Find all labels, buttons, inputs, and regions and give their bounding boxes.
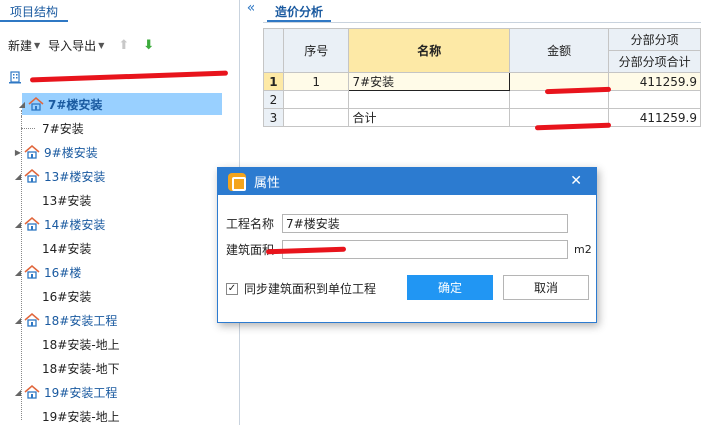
dialog-title: 属性 (254, 176, 281, 191)
cell-name[interactable]: 合计 (348, 108, 511, 127)
expand-toggle-icon[interactable]: ◢ (16, 100, 28, 109)
tree-node-unit[interactable]: ◢ 16#楼 (12, 261, 81, 283)
tree-node-label: 7#楼安装 (48, 97, 103, 112)
new-button-label: 新建 (8, 38, 33, 53)
corner-cell (263, 28, 284, 73)
app-window: 项目结构 新建 ▼ 导入导出 ▼ ⬆ ⬇ ◢ 7#楼安装 7#安装 ▶ 9#楼安… (0, 0, 701, 425)
expand-toggle-icon[interactable]: ◢ (12, 220, 24, 229)
header-amount[interactable]: 金额 (509, 28, 610, 73)
sync-row[interactable]: ✓ 同步建筑面积到单位工程 (226, 280, 376, 297)
import-export-button[interactable]: 导入导出 ▼ (48, 37, 104, 54)
row-number[interactable]: 2 (263, 90, 284, 109)
project-name-label: 工程名称 (226, 217, 275, 231)
tree-node-label: 19#安装工程 (44, 385, 118, 400)
move-down-icon[interactable]: ⬇ (143, 38, 154, 53)
cost-table: 序号 名称 金额 分部分项 分部分项合计 1 1 7#安装 411259.9 2 (263, 28, 701, 127)
house-icon (28, 97, 44, 111)
tree-node-label: 18#安装工程 (44, 313, 118, 328)
tree-node-unit[interactable]: ◢ 18#安装工程 (12, 309, 117, 331)
tree-node-leaf[interactable]: 19#安装-地上 (42, 405, 120, 425)
header-name[interactable]: 名称 (348, 28, 511, 73)
properties-dialog: 属性 ✕ 工程名称 建筑面积 m2 ✓ 同步建筑面积到单位工程 确定 取消 (217, 167, 597, 323)
dialog-titlebar[interactable]: 属性 ✕ (218, 168, 596, 195)
tree-node-leaf[interactable]: 18#安装-地下 (42, 357, 120, 379)
tree-node-label: 7#安装 (42, 121, 84, 136)
header-seq[interactable]: 序号 (282, 28, 350, 73)
house-icon (24, 313, 40, 327)
chevron-down-icon: ▼ (98, 40, 105, 50)
row-number[interactable]: 1 (263, 72, 284, 91)
house-icon (24, 169, 40, 183)
tab-cost-analysis[interactable]: 造价分析 (267, 0, 332, 22)
tree-node-label: 14#楼安装 (44, 217, 106, 232)
expand-toggle-icon[interactable]: ▶ (12, 148, 24, 157)
tree-node-label: 16#安装 (42, 289, 92, 304)
tree-toolbar: 新建 ▼ 导入导出 ▼ ⬆ ⬇ (8, 36, 154, 54)
tree-node-unit[interactable]: ◢ 14#楼安装 (12, 213, 105, 235)
import-export-label: 导入导出 (48, 38, 97, 53)
app-icon (228, 172, 246, 191)
cell-name[interactable]: 7#安装 (348, 72, 511, 91)
tree-node-leaf[interactable]: 18#安装-地上 (42, 333, 120, 355)
expand-toggle-icon[interactable]: ◢ (12, 316, 24, 325)
tree-node-label: 18#安装-地下 (42, 361, 120, 376)
cell-seq[interactable] (282, 90, 350, 109)
tree-node-label: 9#楼安装 (44, 145, 98, 160)
collapse-panel-icon[interactable]: « (242, 0, 260, 18)
cell-group-total[interactable]: 411259.9 (608, 108, 701, 127)
cell-group-total[interactable]: 411259.9 (608, 72, 701, 91)
project-name-row: 工程名称 (226, 214, 568, 233)
tree-node-label: 18#安装-地上 (42, 337, 120, 352)
tree-node-leaf[interactable]: 14#安装 (42, 237, 91, 259)
tree-guide-line (21, 128, 35, 129)
tree-node-label: 13#楼安装 (44, 169, 106, 184)
house-icon (24, 145, 40, 159)
tab-project-structure[interactable]: 项目结构 (0, 0, 69, 22)
sync-checkbox[interactable]: ✓ (226, 282, 238, 295)
cell-group-total[interactable] (608, 90, 701, 109)
tab-divider (263, 22, 701, 23)
house-icon (24, 217, 40, 231)
ok-button[interactable]: 确定 (407, 275, 493, 300)
tree-node-unit[interactable]: ◢ 7#楼安装 (19, 93, 222, 115)
table-row[interactable]: 2 (263, 90, 701, 109)
project-name-field[interactable] (282, 214, 568, 233)
table-row[interactable]: 1 1 7#安装 411259.9 (263, 72, 701, 91)
move-up-icon[interactable]: ⬆ (118, 38, 129, 53)
table-row[interactable]: 3 合计 411259.9 (263, 108, 701, 127)
close-icon[interactable]: ✕ (570, 173, 582, 189)
tree-node-label: 14#安装 (42, 241, 92, 256)
tree-guide-line (21, 116, 22, 128)
chevron-down-icon: ▼ (34, 40, 41, 50)
sync-label: 同步建筑面积到单位工程 (244, 282, 377, 296)
header-group-total[interactable]: 分部分项合计 (608, 50, 701, 73)
cell-name[interactable] (348, 90, 511, 109)
expand-toggle-icon[interactable]: ◢ (12, 268, 24, 277)
row-number[interactable]: 3 (263, 108, 284, 127)
tree-node-unit[interactable]: ◢ 19#安装工程 (12, 381, 117, 403)
tree-node-leaf[interactable]: 16#安装 (42, 285, 91, 307)
house-icon (24, 385, 40, 399)
new-button[interactable]: 新建 ▼ (8, 37, 40, 54)
cell-seq[interactable]: 1 (282, 72, 350, 91)
tree-node-label: 13#安装 (42, 193, 92, 208)
header-group[interactable]: 分部分项 (608, 28, 701, 51)
tree-node-leaf[interactable]: 7#安装 (42, 117, 84, 139)
expand-toggle-icon[interactable]: ◢ (12, 388, 24, 397)
cancel-button[interactable]: 取消 (503, 275, 589, 300)
house-icon (24, 265, 40, 279)
area-unit: m2 (574, 243, 592, 256)
building-icon (9, 71, 21, 84)
tree-node-unit[interactable]: ◢ 13#楼安装 (12, 165, 105, 187)
tree-node-unit[interactable]: ▶ 9#楼安装 (12, 141, 98, 163)
expand-toggle-icon[interactable]: ◢ (12, 172, 24, 181)
tree-node-leaf[interactable]: 13#安装 (42, 189, 91, 211)
tree-node-label: 16#楼 (44, 265, 82, 280)
tree-node-label: 19#安装-地上 (42, 409, 120, 424)
cell-seq[interactable] (282, 108, 350, 127)
project-structure-panel: 项目结构 新建 ▼ 导入导出 ▼ ⬆ ⬇ ◢ 7#楼安装 7#安装 ▶ 9#楼安… (0, 0, 240, 425)
